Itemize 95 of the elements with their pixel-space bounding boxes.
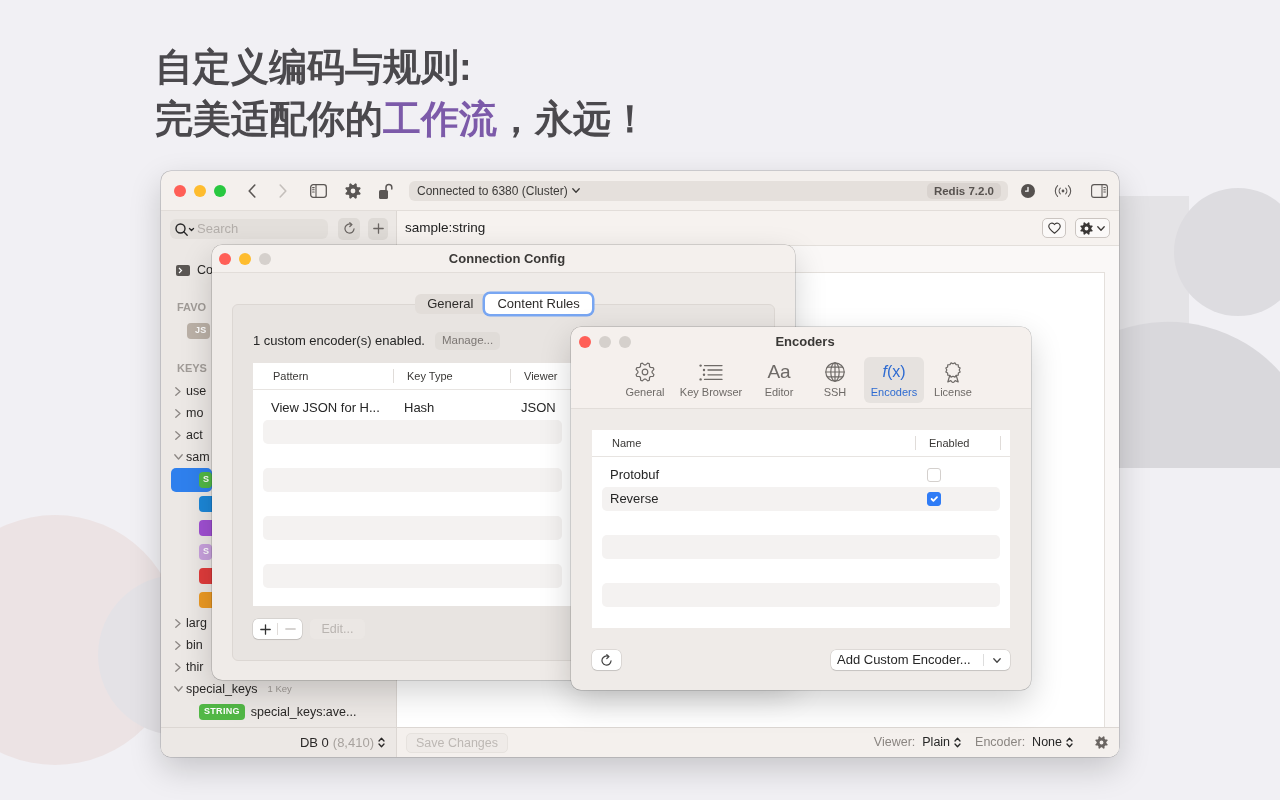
caret-icon xyxy=(993,657,1001,663)
section-header: FAVO xyxy=(177,299,207,315)
key-type-tag: STRING xyxy=(199,704,245,720)
updown-chevron-icon xyxy=(378,737,385,748)
preferences-tab[interactable]: License xyxy=(924,357,982,403)
key-group-label[interactable]: act xyxy=(186,427,203,443)
settings-icon[interactable] xyxy=(1095,736,1108,749)
table-cell-text: Hash xyxy=(403,399,436,418)
chevron-right-icon[interactable] xyxy=(175,386,181,396)
minimize-button[interactable] xyxy=(239,252,251,265)
close-button[interactable] xyxy=(219,252,231,265)
close-button[interactable] xyxy=(579,336,591,348)
section-header: KEYS xyxy=(177,360,207,376)
window-title: Connection Config xyxy=(448,249,566,268)
column-header[interactable]: Pattern xyxy=(253,369,393,383)
viewer-label: Viewer: xyxy=(873,734,916,752)
plus-icon xyxy=(259,623,271,635)
table-cell-text: JSON xyxy=(520,399,557,418)
preferences-tab[interactable]: f(x) Encoders xyxy=(864,357,924,403)
encoder-select[interactable]: None xyxy=(1032,733,1073,752)
column-header[interactable]: Name xyxy=(592,436,915,450)
table-cell-text: Protobuf xyxy=(609,466,661,485)
clock-icon[interactable] xyxy=(1021,183,1035,198)
preferences-tab[interactable]: SSH xyxy=(806,357,864,403)
checkbox[interactable] xyxy=(927,492,941,506)
back-chevron-icon[interactable] xyxy=(248,183,256,198)
tab[interactable]: General xyxy=(415,294,486,314)
list-icon xyxy=(699,363,723,381)
column-header[interactable]: Key Type xyxy=(393,369,510,383)
actions-menu-button[interactable] xyxy=(1075,218,1110,238)
column-header[interactable]: Enabled xyxy=(915,436,1000,450)
panel-toggle-icon[interactable] xyxy=(1091,183,1108,198)
chevron-right-icon[interactable] xyxy=(175,430,181,440)
key-group-label[interactable]: thir xyxy=(186,659,204,675)
updown-chevron-icon xyxy=(954,737,962,748)
table-cell-text: Reverse xyxy=(609,490,660,509)
search-icon xyxy=(175,222,195,236)
table-cell-text: View JSON for H... xyxy=(270,399,381,418)
key-group-label[interactable]: sam xyxy=(186,449,210,465)
key-type-tag: S xyxy=(199,472,213,488)
sidebar-toggle-icon[interactable] xyxy=(310,183,327,198)
add-custom-encoder-button[interactable]: Add Custom Encoder... xyxy=(831,650,983,670)
key-count: 1 Key xyxy=(267,681,292,696)
key-name-title: sample:string xyxy=(405,218,486,237)
chevron-right-icon[interactable] xyxy=(175,640,181,650)
headline-text: 完美适配你的工作流，永远！ xyxy=(155,97,649,142)
gear-icon xyxy=(1080,221,1093,235)
minimize-button[interactable] xyxy=(194,184,206,197)
award-ribbon-icon xyxy=(943,361,963,383)
connection-label[interactable]: Co xyxy=(197,262,213,278)
server-version-tag: Redis 7.2.0 xyxy=(926,182,1001,199)
chevron-down-icon[interactable] xyxy=(173,454,183,460)
refresh-button[interactable] xyxy=(338,217,360,240)
zoom-button[interactable] xyxy=(214,184,226,197)
key-group-label[interactable]: mo xyxy=(186,405,204,421)
settings-icon[interactable] xyxy=(345,182,361,199)
key-group-label[interactable]: special_keys xyxy=(186,681,258,697)
updown-chevron-icon xyxy=(1066,737,1073,748)
viewer-select[interactable]: Plain xyxy=(922,733,962,752)
unlocked-padlock-icon[interactable] xyxy=(379,182,393,199)
refresh-icon xyxy=(342,222,356,235)
preferences-tab[interactable]: Key Browser xyxy=(670,357,752,403)
window-title: Encoders xyxy=(775,333,835,352)
gear-icon xyxy=(635,362,655,382)
favorite-button[interactable] xyxy=(1042,218,1066,238)
connection-menu[interactable]: Connected to 6380 (Cluster) xyxy=(417,181,580,200)
chevron-right-icon[interactable] xyxy=(175,662,181,672)
database-selector[interactable]: DB 0 (8,410) xyxy=(299,732,385,753)
chevron-right-icon[interactable] xyxy=(175,408,181,418)
broadcast-icon[interactable] xyxy=(1054,183,1072,198)
preferences-tab[interactable]: General xyxy=(620,357,670,403)
globe-icon xyxy=(825,362,845,382)
key-group-label[interactable]: larg xyxy=(186,615,207,631)
caret-icon xyxy=(1097,225,1105,231)
encoder-summary-text: 1 custom encoder(s) enabled. xyxy=(253,332,425,351)
key-group-label[interactable]: use xyxy=(186,383,207,399)
close-button[interactable] xyxy=(174,184,186,197)
plus-icon xyxy=(372,223,384,234)
key-group-label[interactable]: bin xyxy=(186,637,203,653)
refresh-button[interactable] xyxy=(592,650,621,670)
encoder-label: Encoder: xyxy=(975,734,1026,752)
heart-icon xyxy=(1047,222,1061,234)
headline-text: 自定义编码与规则: xyxy=(155,45,472,90)
chevron-right-icon[interactable] xyxy=(175,618,181,628)
terminal-icon xyxy=(176,264,190,276)
key-type-tag: S xyxy=(199,544,213,560)
refresh-icon xyxy=(600,653,613,667)
preferences-tab[interactable]: Aa Editor xyxy=(752,357,806,403)
caret-icon xyxy=(571,188,580,193)
key-name: special_keys:ave... xyxy=(250,703,357,721)
minus-icon xyxy=(284,628,296,630)
key-row[interactable]: STRING special_keys:ave... xyxy=(171,700,357,724)
tab[interactable]: Content Rules xyxy=(485,294,592,314)
chevron-down-icon[interactable] xyxy=(173,686,183,692)
add-key-button[interactable] xyxy=(368,217,388,240)
